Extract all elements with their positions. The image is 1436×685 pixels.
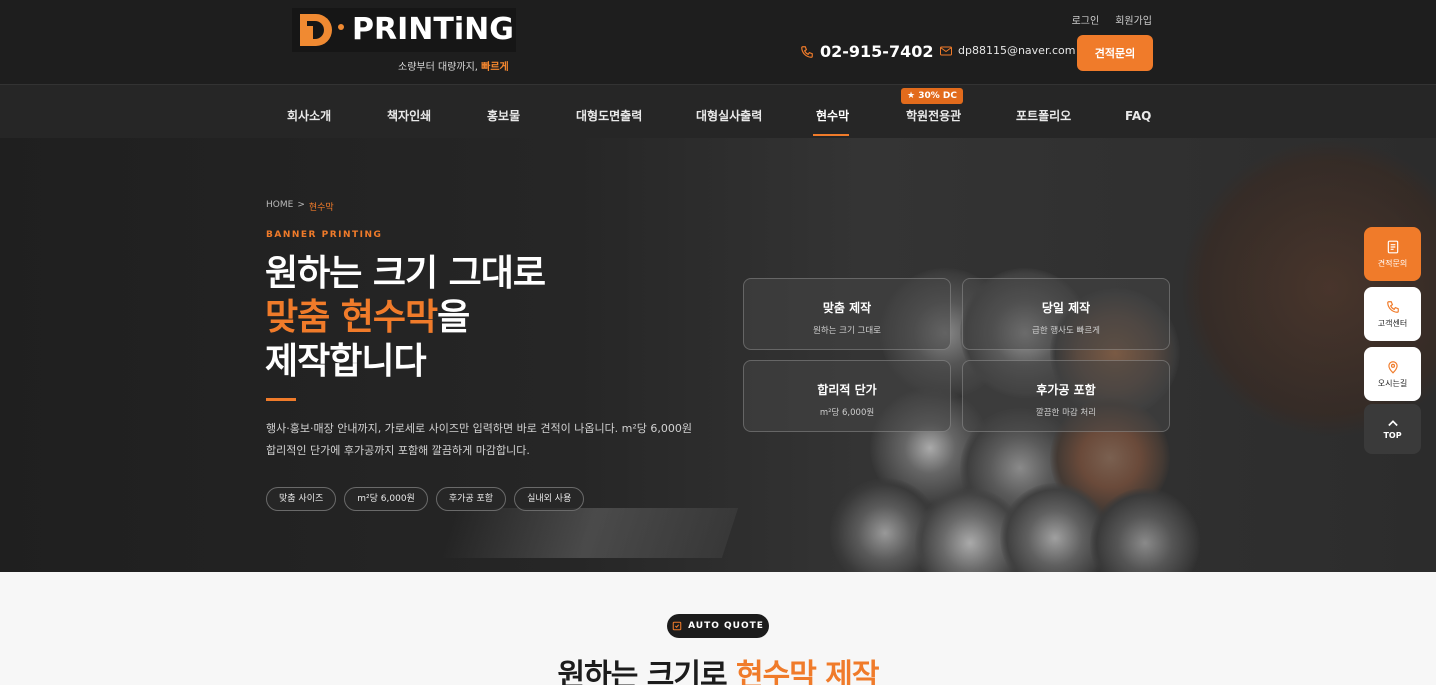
feature-chips: 맞춤 사이즈 m²당 6,000원 후가공 포함 실내외 사용 (266, 487, 585, 511)
breadcrumb-home[interactable]: HOME (266, 200, 293, 213)
feature-cards: 맞춤 제작 원하는 크기 그대로 당일 제작 급한 행사도 빠르게 합리적 단가… (743, 278, 1171, 432)
hero-title-line2: 맞춤 현수막을 (265, 296, 545, 340)
chip-finishing: 후가공 포함 (435, 487, 507, 511)
nav-item-company[interactable]: 회사소개 (287, 85, 331, 139)
feature-card-title: 맞춤 제작 (822, 301, 872, 315)
nav-item-banner[interactable]: 현수막 (816, 85, 849, 139)
discount-badge: ★ 30% DC (901, 88, 963, 104)
hero-title-line1: 원하는 크기 그대로 (265, 253, 546, 294)
breadcrumb-current: 현수막 (308, 203, 334, 213)
hero: HOME > 현수막 BANNER PRINTING 원하는 크기 그대로 맞춤… (0, 138, 1436, 572)
feature-card-title: 후가공 포함 (1036, 383, 1096, 397)
signup-link[interactable]: 회원가입 (1115, 12, 1152, 27)
auto-quote-pill: AUTO QUOTE (667, 614, 769, 638)
scroll-top-label: TOP (1383, 430, 1402, 440)
feature-card-sub: m²당 6,000원 (819, 408, 875, 418)
nav-item-large-print[interactable]: 대형실사출력 (696, 85, 762, 139)
mail-icon (940, 46, 952, 55)
chevron-up-icon (1387, 419, 1398, 426)
chip-indoor-outdoor: 실내외 사용 (514, 487, 585, 511)
auto-quote-section: AUTO QUOTE 원하는 크기로 현수막 제작 (0, 572, 1436, 685)
breadcrumb-separator: > (297, 200, 305, 210)
header: PRINTiNG 소량부터 대량까지, 빠르게 로그인 회원가입 02-915-… (0, 0, 1436, 84)
feature-card: 당일 제작 급한 행사도 빠르게 (962, 278, 1170, 350)
nav-active-indicator (813, 134, 849, 136)
main-nav: 회사소개 책자인쇄 홍보물 대형도면출력 대형실사출력 현수막 학원전용관 포트… (0, 84, 1436, 138)
section-title-prefix: 원하는 크기로 (557, 658, 728, 685)
hero-title: 원하는 크기 그대로 맞춤 현수막을 제작합니다 (265, 252, 546, 384)
breadcrumb: HOME > 현수막 (266, 200, 334, 213)
nav-item-faq[interactable]: FAQ (1125, 85, 1151, 139)
nav-item-drawing[interactable]: 대형도면출력 (576, 85, 642, 139)
hero-desc-line1: 행사·홍보·매장 안내까지, 가로세로 사이즈만 입력하면 바로 견적이 나옵니… (266, 422, 693, 435)
section-title: 원하는 크기로 현수막 제작 (0, 650, 1436, 685)
phone-icon (801, 45, 813, 58)
edit-icon (672, 621, 682, 631)
feature-card-title: 당일 제작 (1041, 301, 1091, 315)
logo-text: PRINTiNG (352, 12, 514, 47)
chip-price: m²당 6,000원 (344, 487, 428, 511)
hero-title-line2-rest: 을 (437, 297, 470, 338)
hero-description: 행사·홍보·매장 안내까지, 가로세로 사이즈만 입력하면 바로 견적이 나옵니… (266, 418, 706, 462)
hero-desc-line2: 합리적인 단가에 후가공까지 포함해 깔끔하게 마감합니다. (266, 444, 530, 457)
logo-dot (338, 24, 344, 30)
auto-quote-label: AUTO QUOTE (688, 621, 764, 631)
feature-card-sub: 급한 행사도 빠르게 (1032, 326, 1100, 336)
feature-card: 합리적 단가 m²당 6,000원 (743, 360, 951, 432)
feature-card: 맞춤 제작 원하는 크기 그대로 (743, 278, 951, 350)
logo-mark-icon (300, 14, 332, 46)
float-quote-label: 견적문의 (1377, 258, 1408, 268)
phone-icon (1386, 300, 1399, 313)
nav-item-booklet[interactable]: 책자인쇄 (387, 85, 431, 139)
feature-card-sub: 원하는 크기 그대로 (813, 326, 881, 336)
email-contact[interactable]: dp88115@naver.com (940, 44, 1075, 57)
float-map-button[interactable]: 오시는길 (1364, 347, 1421, 401)
section-title-highlight: 현수막 제작 (736, 658, 879, 685)
chip-custom-size: 맞춤 사이즈 (266, 487, 337, 511)
quote-button[interactable]: 견적문의 (1077, 35, 1153, 71)
nav-item-promo[interactable]: 홍보물 (487, 85, 520, 139)
hero-eyebrow: BANNER PRINTING (266, 230, 383, 240)
location-pin-icon (1387, 360, 1398, 374)
login-link[interactable]: 로그인 (1072, 12, 1100, 27)
logo[interactable]: PRINTiNG (292, 8, 516, 52)
title-divider (266, 398, 296, 401)
hero-title-highlight: 맞춤 현수막 (265, 297, 438, 338)
document-icon (1387, 240, 1398, 253)
tagline-highlight: 빠르게 (481, 62, 509, 73)
phone-number: 02-915-7402 (820, 42, 934, 61)
phone-contact[interactable]: 02-915-7402 (800, 42, 933, 61)
nav-item-portfolio[interactable]: 포트폴리오 (1016, 85, 1071, 139)
float-quote-button[interactable]: 견적문의 (1364, 227, 1421, 281)
feature-card: 후가공 포함 깔끔한 마감 처리 (962, 360, 1170, 432)
feature-card-sub: 깔끔한 마감 처리 (1035, 408, 1097, 418)
float-map-label: 오시는길 (1377, 378, 1408, 388)
float-call-button[interactable]: 고객센터 (1364, 287, 1421, 341)
tagline: 소량부터 대량까지, 빠르게 (398, 58, 509, 73)
hero-title-line3: 제작합니다 (265, 341, 427, 382)
util-links: 로그인 회원가입 (1072, 12, 1152, 27)
email-address: dp88115@naver.com (958, 44, 1076, 57)
tagline-prefix: 소량부터 대량까지, (398, 62, 478, 73)
scroll-top-button[interactable]: TOP (1364, 404, 1421, 454)
feature-card-title: 합리적 단가 (817, 383, 877, 397)
float-call-label: 고객센터 (1377, 318, 1408, 328)
